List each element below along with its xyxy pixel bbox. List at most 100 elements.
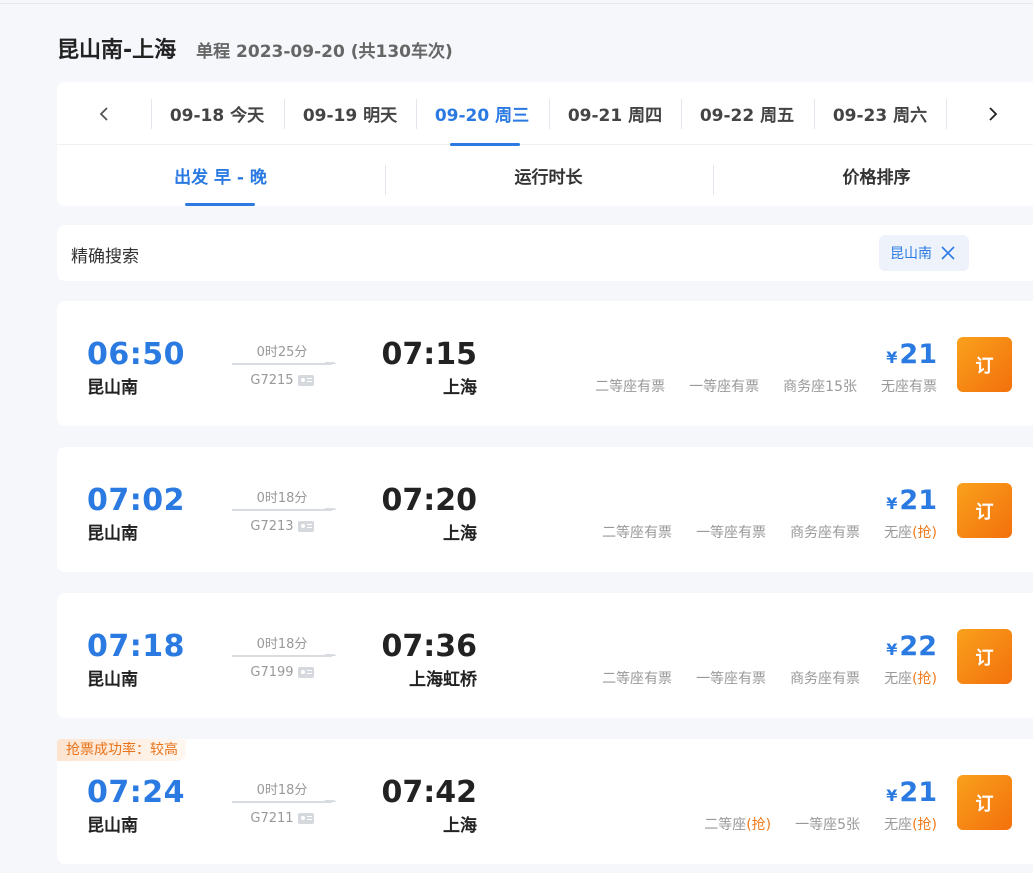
seat-status: 15张 bbox=[825, 379, 857, 395]
seat-class: 一等座 bbox=[795, 817, 838, 833]
exact-search-label: 精确搜索 bbox=[71, 247, 139, 267]
duration-arrow-line bbox=[232, 801, 332, 803]
book-button[interactable]: 订 bbox=[957, 337, 1012, 392]
station-filter-chip[interactable]: 昆山南 bbox=[879, 235, 969, 271]
departure-station: 昆山南 bbox=[87, 816, 138, 836]
seat-class: 一等座 bbox=[689, 379, 732, 395]
id-card-icon[interactable] bbox=[297, 375, 314, 386]
book-button[interactable]: 订 bbox=[957, 775, 1012, 830]
seat-status: 有票 bbox=[644, 671, 673, 687]
seat-class: 无座 bbox=[881, 379, 909, 395]
price-amount: 22 bbox=[899, 631, 937, 662]
sort-tab[interactable]: 运行时长 bbox=[385, 145, 712, 206]
top-divider bbox=[0, 3, 1033, 4]
chevron-right-icon bbox=[989, 107, 998, 121]
seat-class: 无座 bbox=[884, 817, 913, 833]
train-number[interactable]: G7199 bbox=[232, 665, 332, 680]
sort-bar: 出发 早 - 晚运行时长 价格排序 bbox=[57, 145, 1033, 206]
departure-station: 昆山南 bbox=[87, 524, 138, 544]
departure-station: 昆山南 bbox=[87, 378, 138, 398]
sort-tab[interactable]: 出发 早 - 晚 bbox=[57, 145, 384, 206]
seat-class: 二等座 bbox=[595, 379, 638, 395]
departure-time: 07:02 bbox=[87, 483, 185, 518]
sort-tab[interactable]: 价格排序 bbox=[713, 145, 1033, 206]
date-tab[interactable]: 09-20 周三 bbox=[416, 82, 548, 146]
seat-class: 商务座 bbox=[783, 379, 826, 395]
seat-status: 有票 bbox=[832, 671, 861, 687]
prev-date-button[interactable] bbox=[90, 100, 118, 128]
id-card-icon[interactable] bbox=[297, 813, 314, 824]
duration-arrow-line bbox=[232, 655, 332, 657]
seat-availability: 无座(抢) bbox=[884, 814, 937, 834]
train-card[interactable]: 07:18 昆山南 0时18分 G7199 07:36 上海虹桥 ¥22 二等座有票 一等座有票… bbox=[57, 593, 1033, 718]
currency-symbol: ¥ bbox=[886, 786, 898, 805]
id-card-icon[interactable] bbox=[297, 667, 314, 678]
date-bar: 09-18 今天 09-19 明天 09-20 周三 09-21 周四 09-22 周五… bbox=[57, 82, 1033, 146]
train-number-label: G7213 bbox=[250, 519, 294, 534]
seat-availability: 二等座有票 bbox=[602, 668, 672, 688]
currency-symbol: ¥ bbox=[886, 348, 898, 367]
departure-time: 07:18 bbox=[87, 629, 185, 664]
train-card[interactable]: 07:24 昆山南 0时18分 G7211 07:42 上海 ¥21 二等座(抢) 一等座5张无… bbox=[57, 739, 1033, 864]
seat-list: 二等座有票 一等座有票 商务座有票 无座(抢) bbox=[602, 668, 937, 688]
departure-station: 昆山南 bbox=[87, 670, 138, 690]
seat-availability: 无座(抢) bbox=[884, 668, 937, 688]
train-number[interactable]: G7215 bbox=[232, 373, 332, 388]
train-number-label: G7211 bbox=[250, 811, 294, 826]
seat-availability: 二等座有票 bbox=[602, 522, 672, 542]
seat-class: 无座 bbox=[884, 525, 913, 541]
seat-status: (抢) bbox=[912, 671, 937, 687]
page-title: 昆山南-上海 bbox=[57, 38, 177, 63]
train-number[interactable]: G7211 bbox=[232, 811, 332, 826]
travel-duration: 0时18分 bbox=[256, 637, 308, 652]
seat-list: 二等座有票 一等座有票 商务座有票 无座(抢) bbox=[602, 522, 937, 542]
book-button[interactable]: 订 bbox=[957, 629, 1012, 684]
date-tab[interactable]: 09-22 周五 bbox=[681, 82, 813, 145]
seat-status: 有票 bbox=[637, 379, 666, 395]
page-header: 昆山南-上海 单程 2023-09-20 (共130车次) bbox=[57, 32, 453, 64]
seat-availability: 二等座有票 bbox=[595, 376, 665, 396]
train-number[interactable]: G7213 bbox=[232, 519, 332, 534]
date-tab[interactable]: 09-18 今天 bbox=[151, 82, 283, 145]
next-date-button[interactable] bbox=[979, 100, 1007, 128]
arrival-time: 07:42 bbox=[381, 775, 478, 810]
book-button[interactable]: 订 bbox=[957, 483, 1012, 538]
currency-symbol: ¥ bbox=[886, 640, 898, 659]
train-card[interactable]: 07:02 昆山南 0时18分 G7213 07:20 上海 ¥21 二等座有票 一等座有票 商务… bbox=[57, 447, 1033, 572]
price-amount: 21 bbox=[899, 339, 937, 370]
seat-status: 有票 bbox=[909, 379, 937, 395]
seat-status: 有票 bbox=[738, 671, 767, 687]
seat-status: 有票 bbox=[731, 379, 760, 395]
tab-divider bbox=[385, 165, 386, 195]
seat-status: (抢) bbox=[912, 817, 937, 833]
arrival-station: 上海 bbox=[443, 524, 477, 544]
arrival-time: 07:20 bbox=[381, 483, 478, 518]
ticket-price: ¥22 bbox=[886, 631, 937, 662]
tab-divider bbox=[416, 99, 417, 129]
arrival-station: 上海 bbox=[443, 378, 477, 398]
train-number-label: G7199 bbox=[250, 665, 294, 680]
tab-divider bbox=[681, 99, 682, 129]
seat-status: 有票 bbox=[832, 525, 861, 541]
date-filter-panel: 09-18 今天 09-19 明天 09-20 周三 09-21 周四 09-22 周五… bbox=[57, 82, 1033, 206]
id-card-icon[interactable] bbox=[297, 521, 314, 532]
tab-divider bbox=[284, 99, 285, 129]
seat-class: 二等座 bbox=[704, 817, 747, 833]
date-tab[interactable]: 09-19 明天 bbox=[284, 82, 416, 145]
date-tab[interactable]: 09-21 周四 bbox=[549, 82, 681, 145]
date-tab[interactable]: 09-23 周六 bbox=[814, 82, 946, 145]
travel-duration: 0时18分 bbox=[256, 783, 308, 798]
seat-list: 二等座(抢) 一等座5张 无座(抢) bbox=[704, 814, 937, 834]
price-amount: 21 bbox=[899, 485, 937, 516]
grab-success-badge: 抢票成功率：较高 bbox=[57, 739, 186, 761]
ticket-price: ¥21 bbox=[886, 777, 937, 808]
close-icon[interactable] bbox=[940, 245, 956, 261]
train-card[interactable]: 06:50 昆山南 0时25分 G7215 07:15 上海 ¥21 二等座有票 一等座有票 商务… bbox=[57, 301, 1033, 426]
seat-availability: 商务座15张 bbox=[783, 376, 857, 396]
tab-divider bbox=[713, 165, 714, 195]
ticket-price: ¥21 bbox=[886, 339, 937, 370]
seat-class: 商务座 bbox=[790, 525, 833, 541]
departure-time: 07:24 bbox=[87, 775, 185, 810]
arrival-station: 上海 bbox=[443, 816, 477, 836]
train-number-label: G7215 bbox=[250, 373, 294, 388]
